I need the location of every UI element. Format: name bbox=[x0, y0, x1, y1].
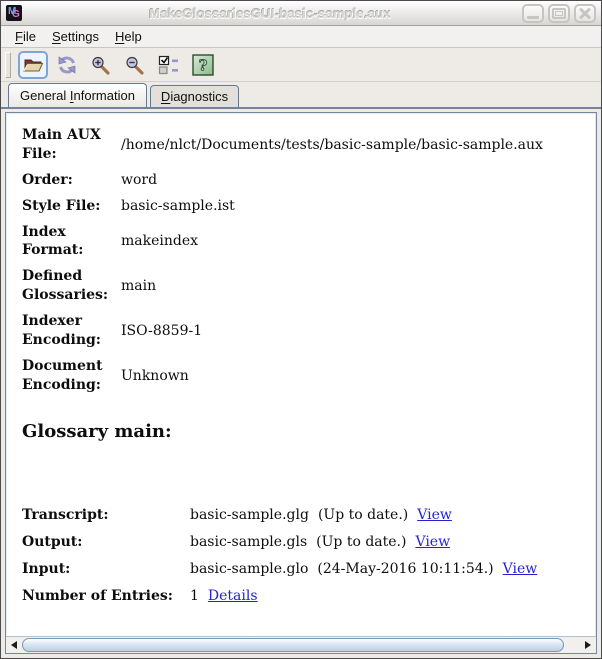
file-status: (Up to date.) bbox=[316, 534, 407, 551]
help-icon: ? bbox=[192, 53, 214, 76]
help-button[interactable]: ? bbox=[188, 51, 218, 79]
titlebar: M G MakeGlossariesGUI-basic-sample.aux bbox=[1, 1, 601, 26]
general-information-panel: Main AUX File: /home/nlct/Documents/test… bbox=[5, 112, 597, 654]
zoom-in-icon bbox=[90, 55, 112, 75]
file-status: (24-May-2016 10:11:54.) bbox=[317, 561, 494, 578]
field-value: ISO-8859-1 bbox=[121, 322, 203, 339]
info-row-order: Order: word bbox=[22, 171, 588, 190]
info-row-main-aux-file: Main AUX File: /home/nlct/Documents/test… bbox=[22, 126, 588, 164]
reload-button[interactable] bbox=[52, 51, 82, 79]
scrollbar-track[interactable] bbox=[22, 637, 580, 653]
open-folder-icon bbox=[22, 55, 44, 75]
tab-bar: General Information Diagnostics bbox=[1, 82, 601, 109]
tab-general-information[interactable]: General Information bbox=[8, 83, 147, 107]
maximize-button[interactable] bbox=[548, 3, 570, 23]
tab-diagnostics[interactable]: Diagnostics bbox=[149, 85, 240, 107]
file-name: basic-sample.glg bbox=[190, 507, 309, 524]
field-label: Document Encoding: bbox=[22, 357, 103, 393]
menu-file[interactable]: File bbox=[7, 27, 44, 46]
zoom-in-button[interactable] bbox=[86, 51, 116, 79]
field-value: basic-sample.ist bbox=[121, 198, 235, 215]
horizontal-scrollbar bbox=[6, 636, 596, 653]
field-label: Order: bbox=[22, 171, 73, 188]
app-window: M G MakeGlossariesGUI-basic-sample.aux F… bbox=[0, 0, 602, 659]
file-row-transcript: Transcript: basic-sample.glg (Up to date… bbox=[22, 502, 588, 529]
file-name: basic-sample.gls bbox=[190, 534, 308, 551]
zoom-out-icon bbox=[124, 55, 146, 75]
app-icon: M G bbox=[6, 5, 22, 21]
svg-text:?: ? bbox=[199, 56, 208, 74]
info-row-indexer-encoding: Indexer Encoding: ISO-8859-1 bbox=[22, 312, 588, 350]
view-output-link[interactable]: View bbox=[415, 534, 450, 550]
info-row-defined-glossaries: Defined Glossaries: main bbox=[22, 267, 588, 305]
field-label: Index Format: bbox=[22, 223, 84, 259]
field-label: Indexer Encoding: bbox=[22, 313, 101, 349]
toolbar-grip-handle[interactable] bbox=[5, 51, 11, 78]
toolbar: ? bbox=[1, 48, 601, 82]
entry-selection-icon bbox=[158, 55, 180, 75]
glossary-file-rows: Transcript: basic-sample.glg (Up to date… bbox=[22, 502, 588, 610]
field-label: Transcript: bbox=[22, 507, 109, 524]
field-value: word bbox=[121, 172, 158, 189]
file-status: (Up to date.) bbox=[317, 507, 409, 524]
left-arrow-icon bbox=[11, 641, 17, 649]
app-icon-letter-g: G bbox=[12, 9, 20, 20]
menu-help[interactable]: Help bbox=[107, 27, 150, 46]
field-label: Number of Entries: bbox=[22, 588, 173, 605]
info-row-index-format: Index Format: makeindex bbox=[22, 223, 588, 261]
field-value: /home/nlct/Documents/tests/basic-sample/… bbox=[121, 136, 543, 153]
file-row-number-of-entries: Number of Entries: 1 Details bbox=[22, 583, 588, 610]
field-value: makeindex bbox=[121, 233, 199, 250]
file-row-input: Input: basic-sample.glo (24-May-2016 10:… bbox=[22, 556, 588, 583]
menubar: File Settings Help bbox=[1, 26, 601, 48]
menu-settings[interactable]: Settings bbox=[44, 27, 107, 46]
right-arrow-icon bbox=[585, 641, 591, 649]
view-transcript-link[interactable]: View bbox=[417, 507, 452, 523]
field-label: Style File: bbox=[22, 197, 101, 214]
reload-icon bbox=[56, 55, 78, 75]
field-label: Defined Glossaries: bbox=[22, 268, 109, 304]
view-input-link[interactable]: View bbox=[503, 561, 538, 577]
field-value: Unknown bbox=[121, 367, 189, 384]
close-button[interactable] bbox=[574, 3, 596, 23]
info-area: Main AUX File: /home/nlct/Documents/test… bbox=[6, 113, 596, 636]
file-row-output: Output: basic-sample.gls (Up to date.) V… bbox=[22, 529, 588, 556]
glossary-heading: Glossary main: bbox=[22, 420, 172, 442]
scroll-right-button[interactable] bbox=[580, 637, 596, 653]
details-link[interactable]: Details bbox=[208, 588, 258, 604]
entry-selection-button[interactable] bbox=[154, 51, 184, 79]
scrollbar-thumb[interactable] bbox=[22, 638, 564, 652]
info-row-document-encoding: Document Encoding: Unknown bbox=[22, 357, 588, 395]
field-value: main bbox=[121, 278, 157, 295]
zoom-out-button[interactable] bbox=[120, 51, 150, 79]
entry-count: 1 bbox=[190, 588, 199, 605]
open-file-button[interactable] bbox=[18, 50, 48, 79]
info-row-style-file: Style File: basic-sample.ist bbox=[22, 197, 588, 216]
field-label: Main AUX File: bbox=[22, 127, 101, 162]
field-label: Input: bbox=[22, 561, 71, 578]
file-name: basic-sample.glo bbox=[190, 561, 309, 578]
window-title: MakeGlossariesGUI-basic-sample.aux bbox=[149, 5, 391, 21]
minimize-button[interactable] bbox=[522, 3, 544, 23]
scroll-left-button[interactable] bbox=[6, 637, 22, 653]
field-label: Output: bbox=[22, 534, 83, 551]
